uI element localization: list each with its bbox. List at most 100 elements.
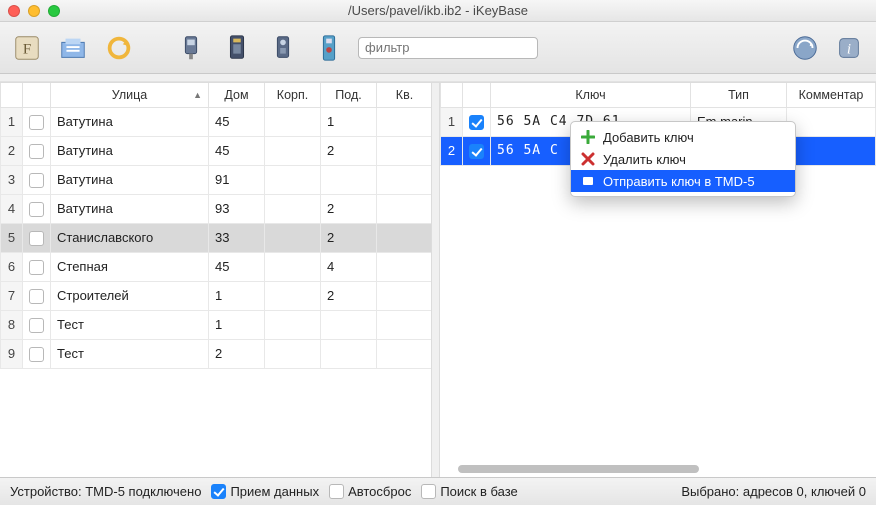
cell-pod[interactable]: 1 <box>321 107 377 136</box>
cell-kv[interactable] <box>377 136 433 165</box>
cell-comment[interactable] <box>787 136 876 165</box>
row-checkbox[interactable] <box>23 165 51 194</box>
col-house[interactable]: Дом <box>209 83 265 107</box>
ctx-add-key[interactable]: Добавить ключ <box>571 126 795 148</box>
cell-kv[interactable] <box>377 281 433 310</box>
table-row[interactable]: 9 Тест2 <box>1 339 433 368</box>
row-checkbox[interactable] <box>23 107 51 136</box>
row-checkbox[interactable] <box>23 339 51 368</box>
cell-comment[interactable] <box>787 107 876 136</box>
cell-korp[interactable] <box>265 281 321 310</box>
cell-kv[interactable] <box>377 107 433 136</box>
cell-korp[interactable] <box>265 194 321 223</box>
toolbar-globe-sync-icon[interactable] <box>788 31 822 65</box>
col-rownum[interactable] <box>1 83 23 107</box>
cell-street[interactable]: Тест <box>51 339 209 368</box>
status-search[interactable]: Поиск в базе <box>421 484 517 499</box>
cell-pod[interactable]: 2 <box>321 194 377 223</box>
cell-kv[interactable] <box>377 165 433 194</box>
cell-korp[interactable] <box>265 339 321 368</box>
col-comment[interactable]: Комментар <box>787 83 876 107</box>
cell-street[interactable]: Станиславского <box>51 223 209 252</box>
row-checkbox[interactable] <box>23 281 51 310</box>
toolbar-device2-icon[interactable] <box>220 31 254 65</box>
toolbar-device3-icon[interactable] <box>266 31 300 65</box>
row-checkbox[interactable] <box>463 136 491 165</box>
cell-street[interactable]: Ватутина <box>51 107 209 136</box>
table-row[interactable]: 2Ватутина452 <box>1 136 433 165</box>
cell-pod[interactable]: 2 <box>321 281 377 310</box>
table-row[interactable]: 1Ватутина451 <box>1 107 433 136</box>
row-checkbox[interactable] <box>23 136 51 165</box>
cell-house[interactable]: 93 <box>209 194 265 223</box>
cell-korp[interactable] <box>265 310 321 339</box>
row-checkbox[interactable] <box>23 252 51 281</box>
cell-street[interactable]: Ватутина <box>51 136 209 165</box>
col-street[interactable]: Улица▲ <box>51 83 209 107</box>
keys-panel: Ключ Тип Комментар 156 5A C4 7D 61Em mar… <box>440 83 876 477</box>
cell-korp[interactable] <box>265 136 321 165</box>
cell-korp[interactable] <box>265 107 321 136</box>
horizontal-scrollbar[interactable] <box>458 465 860 473</box>
cell-pod[interactable]: 4 <box>321 252 377 281</box>
table-row[interactable]: 6Степная454 <box>1 252 433 281</box>
row-checkbox[interactable] <box>23 194 51 223</box>
col-pod[interactable]: Под. <box>321 83 377 107</box>
table-row[interactable]: 4Ватутина932 <box>1 194 433 223</box>
cell-house[interactable]: 45 <box>209 107 265 136</box>
row-checkbox[interactable] <box>23 310 51 339</box>
status-autoreset[interactable]: Автосброс <box>329 484 411 499</box>
cell-house[interactable]: 45 <box>209 136 265 165</box>
table-row[interactable]: 5Станиславского332 <box>1 223 433 252</box>
filter-input[interactable] <box>358 37 538 59</box>
toolbar-device4-icon[interactable] <box>312 31 346 65</box>
col-checkbox[interactable] <box>463 83 491 107</box>
cell-kv[interactable] <box>377 194 433 223</box>
cell-house[interactable]: 45 <box>209 252 265 281</box>
toolbar-font-icon[interactable]: F <box>10 31 44 65</box>
col-checkbox[interactable] <box>23 83 51 107</box>
cell-pod[interactable]: 2 <box>321 223 377 252</box>
cell-korp[interactable] <box>265 252 321 281</box>
cell-pod[interactable] <box>321 339 377 368</box>
toolbar-folder-icon[interactable] <box>56 31 90 65</box>
cell-pod[interactable]: 2 <box>321 136 377 165</box>
rownum: 2 <box>441 136 463 165</box>
table-row[interactable]: 3Ватутина91 <box>1 165 433 194</box>
cell-street[interactable]: Строителей <box>51 281 209 310</box>
col-key[interactable]: Ключ <box>491 83 691 107</box>
cell-kv[interactable] <box>377 339 433 368</box>
cell-street[interactable]: Степная <box>51 252 209 281</box>
cell-pod[interactable] <box>321 165 377 194</box>
cell-house[interactable]: 91 <box>209 165 265 194</box>
col-rownum[interactable] <box>441 83 463 107</box>
ctx-del-key[interactable]: Удалить ключ <box>571 148 795 170</box>
cell-house[interactable]: 1 <box>209 281 265 310</box>
cell-street[interactable]: Ватутина <box>51 165 209 194</box>
row-checkbox[interactable] <box>463 107 491 136</box>
rownum: 9 <box>1 339 23 368</box>
svg-text:F: F <box>23 41 31 57</box>
cell-pod[interactable] <box>321 310 377 339</box>
cell-street[interactable]: Ватутина <box>51 194 209 223</box>
cell-kv[interactable] <box>377 252 433 281</box>
col-korp[interactable]: Корп. <box>265 83 321 107</box>
row-checkbox[interactable] <box>23 223 51 252</box>
table-row[interactable]: 8Тест1 <box>1 310 433 339</box>
cell-korp[interactable] <box>265 223 321 252</box>
table-row[interactable]: 7Строителей12 <box>1 281 433 310</box>
cell-house[interactable]: 2 <box>209 339 265 368</box>
cell-street[interactable]: Тест <box>51 310 209 339</box>
toolbar-device1-icon[interactable] <box>174 31 208 65</box>
ctx-send-key[interactable]: Отправить ключ в TMD-5 <box>571 170 795 192</box>
col-kv[interactable]: Кв. <box>377 83 433 107</box>
toolbar-info-icon[interactable]: i <box>832 31 866 65</box>
status-recv[interactable]: Прием данных <box>211 484 319 499</box>
cell-korp[interactable] <box>265 165 321 194</box>
cell-house[interactable]: 33 <box>209 223 265 252</box>
cell-kv[interactable] <box>377 310 433 339</box>
cell-kv[interactable] <box>377 223 433 252</box>
cell-house[interactable]: 1 <box>209 310 265 339</box>
col-type[interactable]: Тип <box>691 83 787 107</box>
toolbar-refresh-icon[interactable] <box>102 31 136 65</box>
